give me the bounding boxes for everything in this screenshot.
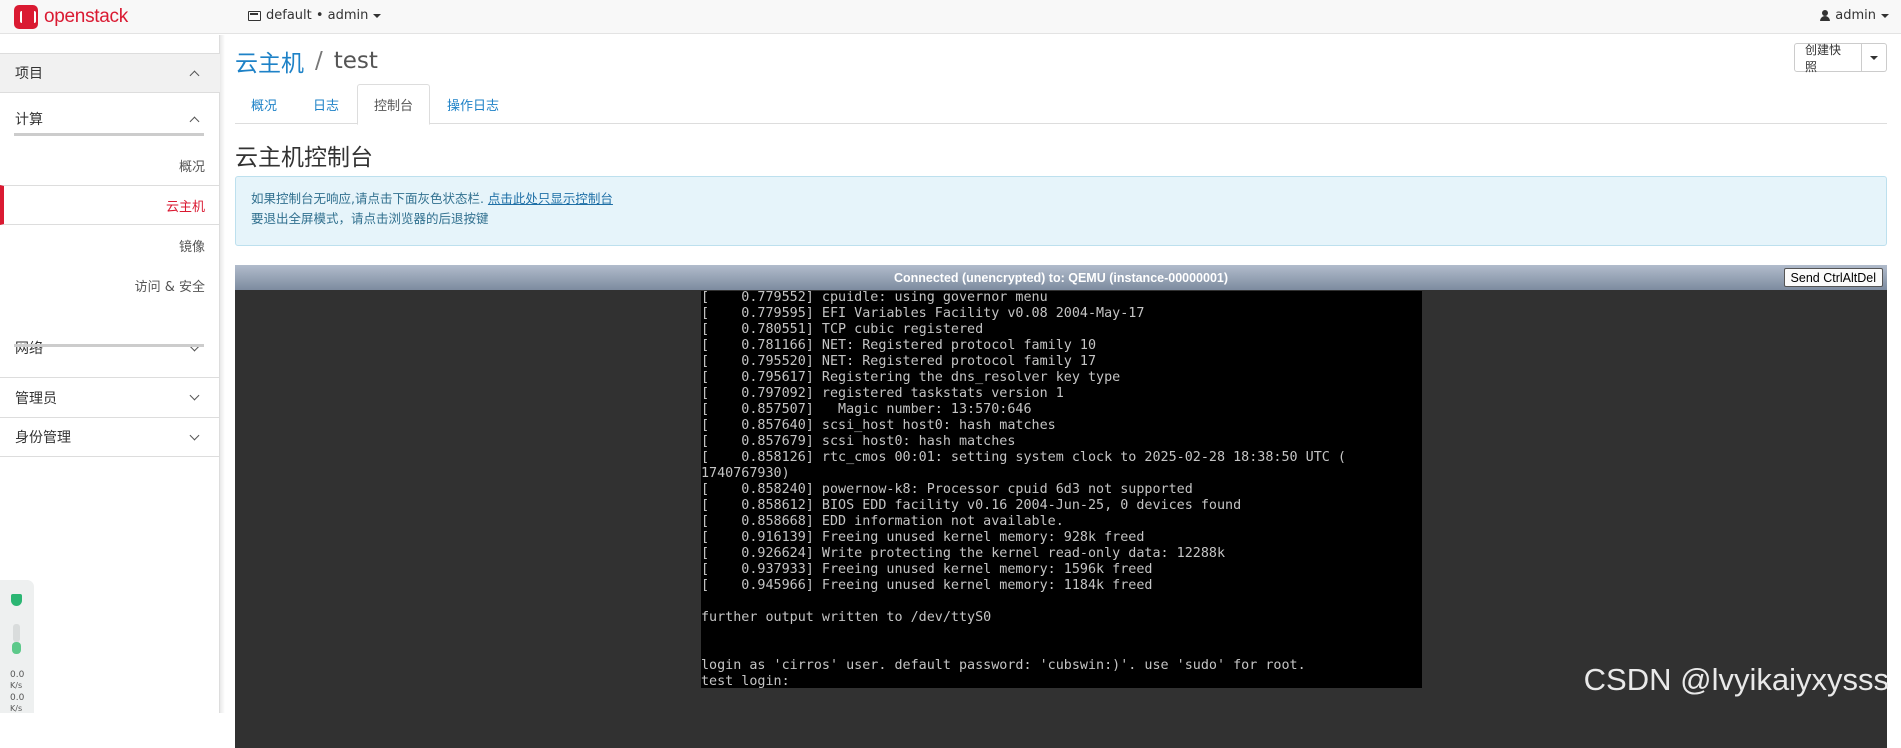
chevron-up-icon (189, 116, 200, 126)
download-speed-unit: K/s (10, 704, 23, 713)
upload-speed-unit: K/s (10, 681, 23, 690)
console-status-bar[interactable]: Connected (unencrypted) to: QEMU (instan… (235, 265, 1887, 290)
watermark: CSDN @lvyikaiyxysss (1583, 662, 1889, 697)
alert-text: 如果控制台无响应,请点击下面灰色状态栏. (251, 191, 488, 206)
chevron-down-icon (1881, 13, 1889, 18)
top-navbar: openstack default • admin admin (0, 0, 1901, 34)
section-divider (14, 133, 204, 136)
console-line: login as 'cirros' user. default password… (701, 658, 1306, 673)
tab-overview[interactable]: 概况 (235, 84, 293, 124)
console-screen[interactable]: [ 0.779552] cpuidle: using governor menu… (701, 291, 1422, 688)
console-line: [ 0.779595] EFI Variables Facility v0.08… (701, 306, 1145, 321)
sidebar-section-label: 身份管理 (15, 430, 71, 446)
chevron-down-icon (1870, 55, 1879, 60)
tab-console[interactable]: 控制台 (357, 84, 431, 125)
alert-line-2: 要退出全屏模式，请点击浏览器的后退按键 (251, 211, 489, 226)
console-line: [ 0.779552] cpuidle: using governor menu (701, 291, 1048, 305)
console-line: [ 0.797092] registered taskstats version… (701, 386, 1064, 401)
console-line: [ 0.857640] scsi_host host0: hash matche… (701, 418, 1056, 433)
breadcrumb-current: test (333, 48, 378, 74)
sidebar-item-label: 云主机 (165, 199, 205, 215)
slider-handle[interactable] (12, 642, 21, 654)
download-speed-value: 0.0 (10, 693, 25, 703)
chevron-up-icon (189, 70, 200, 80)
sidebar-section-label: 网络 (15, 341, 43, 357)
snapshot-button-group: 创建快照 (1794, 43, 1887, 74)
project-icon (248, 10, 261, 21)
sidebar-item-images[interactable]: 镜像 (0, 225, 220, 265)
tab-log[interactable]: 日志 (297, 84, 355, 124)
console-line: [ 0.926624] Write protecting the kernel … (701, 546, 1226, 561)
chevron-down-icon (189, 430, 200, 440)
console-line: [ 0.945966] Freeing unused kernel memory… (701, 578, 1153, 593)
console-line: [ 0.858612] BIOS EDD facility v0.16 2004… (701, 498, 1242, 513)
console-line: [ 0.858668] EDD information not availabl… (701, 514, 1064, 529)
sidebar-section-identity[interactable]: 身份管理 (0, 417, 220, 457)
page-title: 云主机控制台 (235, 145, 373, 171)
console-line: [ 0.780551] TCP cubic registered (701, 322, 984, 337)
slider-track (13, 624, 20, 642)
console-line: [ 0.857679] scsi host0: hash matches (701, 434, 1016, 449)
sidebar-section-admin[interactable]: 管理员 (0, 377, 220, 417)
user-icon (1820, 10, 1831, 21)
console-line: [ 0.857507] Magic number: 13:570:646 (701, 402, 1032, 417)
brand-logo-link[interactable]: openstack (14, 4, 128, 30)
breadcrumb-instances-link[interactable]: 云主机 (235, 44, 304, 78)
sidebar-item-label: 镜像 (178, 239, 205, 255)
sidebar-section-label: 管理员 (15, 390, 57, 407)
shield-icon (11, 594, 22, 606)
console-line: [ 0.795520] NET: Registered protocol fam… (701, 354, 1097, 369)
sidebar-section-label: 项目 (15, 66, 43, 82)
upload-speed-value: 0.0 (10, 670, 25, 680)
console-output: [ 0.779552] cpuidle: using governor menu… (701, 291, 1422, 688)
chevron-down-icon (373, 13, 382, 18)
section-divider (14, 344, 204, 347)
user-menu[interactable]: admin (1820, 8, 1889, 23)
sidebar-section-network[interactable]: 网络 (0, 328, 220, 368)
console-line: [ 0.858240] powernow-k8: Processor cpuid… (701, 482, 1193, 497)
console-info-alert: 如果控制台无响应,请点击下面灰色状态栏. 点击此处只显示控制台 要退出全屏模式，… (235, 176, 1887, 246)
network-speed-widget[interactable]: 0.0 K/s 0.0 K/s (0, 580, 34, 713)
sidebar-section-project[interactable]: 项目 (0, 53, 220, 93)
sidebar-item-overview[interactable]: 概况 (0, 145, 220, 185)
brand-name: openstack (44, 6, 128, 27)
chevron-down-icon (189, 390, 200, 401)
alert-line-1: 如果控制台无响应,请点击下面灰色状态栏. 点击此处只显示控制台 (251, 189, 1871, 209)
user-menu-label: admin (1835, 8, 1876, 23)
console-line: 1740767930) (701, 466, 790, 481)
console-only-link[interactable]: 点击此处只显示控制台 (488, 191, 613, 206)
tab-action-log[interactable]: 操作日志 (431, 84, 515, 124)
breadcrumb-separator: / (315, 48, 323, 74)
instance-tabs: 概况 日志 控制台 操作日志 (235, 84, 1887, 125)
sidebar-item-label: 概况 (178, 159, 205, 175)
console-status-text: Connected (unencrypted) to: QEMU (instan… (893, 270, 1229, 285)
console-line: test login: (701, 674, 790, 688)
send-ctrl-alt-del-button[interactable]: Send CtrlAltDel (1783, 268, 1883, 287)
project-selector-label: default • admin (266, 8, 369, 23)
project-selector[interactable]: default • admin (248, 8, 382, 23)
console-line: [ 0.781166] NET: Registered protocol fam… (701, 338, 1097, 353)
console-line: further output written to /dev/ttyS0 (701, 610, 992, 625)
console-line: [ 0.916139] Freeing unused kernel memory… (701, 530, 1145, 545)
sidebar-section-label: 计算 (15, 112, 43, 128)
create-snapshot-button[interactable]: 创建快照 (1794, 43, 1863, 74)
console-line: [ 0.858126] rtc_cmos 00:01: setting syst… (701, 450, 1346, 465)
openstack-logo-icon (14, 5, 38, 29)
sidebar-item-instances[interactable]: 云主机 (0, 185, 220, 225)
sidebar-item-access-security[interactable]: 访问 & 安全 (0, 265, 220, 305)
console-line: [ 0.937933] Freeing unused kernel memory… (701, 562, 1153, 577)
console-line: [ 0.795617] Registering the dns_resolver… (701, 370, 1121, 385)
actions-dropdown-toggle[interactable] (1862, 43, 1887, 72)
breadcrumb: 云主机 / test (235, 44, 378, 78)
sidebar-item-label: 访问 & 安全 (134, 279, 205, 295)
